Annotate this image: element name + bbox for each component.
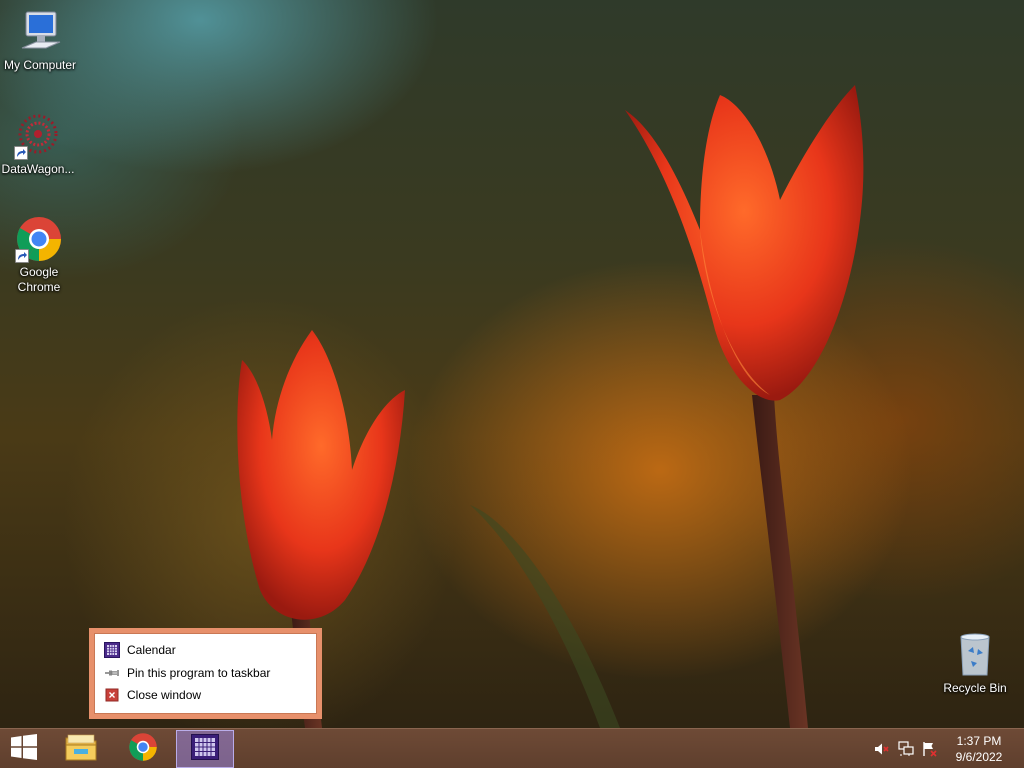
jump-list-item-label: Calendar <box>127 643 176 658</box>
jump-list-item-pin[interactable]: Pin this program to taskbar <box>95 662 316 685</box>
recycle-bin-icon <box>951 631 999 679</box>
taskbar-chrome-button[interactable] <box>114 730 172 768</box>
jump-list-item-close-window[interactable]: Close window <box>95 684 316 707</box>
close-icon <box>103 687 121 703</box>
network-icon[interactable] <box>898 741 914 757</box>
clock-time: 1:37 PM <box>956 734 1002 748</box>
clock-date: 9/6/2022 <box>955 750 1003 764</box>
jump-list-item-calendar[interactable]: Calendar <box>95 639 316 662</box>
pin-icon <box>103 665 121 681</box>
datawagon-icon <box>14 112 62 160</box>
taskbar: 1:37 PM 9/6/2022 <box>0 728 1024 768</box>
shortcut-arrow-icon <box>15 249 29 263</box>
desktop-icon-recycle-bin[interactable]: Recycle Bin <box>935 631 1015 696</box>
chrome-icon <box>128 732 158 767</box>
desktop-icon-label: Recycle Bin <box>943 681 1007 695</box>
calendar-icon <box>191 733 219 765</box>
tulip-illustration <box>237 85 864 728</box>
taskbar-calendar-button[interactable] <box>176 730 234 768</box>
jump-list-item-label: Pin this program to taskbar <box>127 665 271 680</box>
volume-muted-icon[interactable] <box>874 741 890 757</box>
computer-icon <box>16 8 64 56</box>
shortcut-arrow-icon <box>14 146 28 160</box>
chrome-icon <box>15 215 63 263</box>
system-clock[interactable]: 1:37 PM 9/6/2022 <box>944 733 1014 765</box>
taskbar-jump-list: Calendar Pin this program to taskbar Clo… <box>89 628 322 719</box>
jump-list-panel: Calendar Pin this program to taskbar Clo… <box>94 633 317 714</box>
calendar-icon <box>103 642 121 659</box>
action-center-icon[interactable] <box>922 741 938 757</box>
desktop-icon-my-computer[interactable]: My Computer <box>0 8 80 73</box>
desktop-icon-datawagon[interactable]: DataWagon... <box>0 112 78 177</box>
desktop-wallpaper <box>0 0 1024 728</box>
taskbar-file-explorer-button[interactable] <box>52 730 110 768</box>
desktop-icon-google-chrome[interactable]: Google Chrome <box>0 215 79 295</box>
folder-icon <box>64 732 98 767</box>
desktop-icon-label: Google Chrome <box>17 265 61 294</box>
desktop-icon-label: DataWagon... <box>1 162 75 176</box>
start-button[interactable] <box>0 730 53 768</box>
desktop-icon-label: My Computer <box>3 58 77 72</box>
jump-list-item-label: Close window <box>127 688 202 703</box>
windows-logo-icon <box>10 733 38 766</box>
